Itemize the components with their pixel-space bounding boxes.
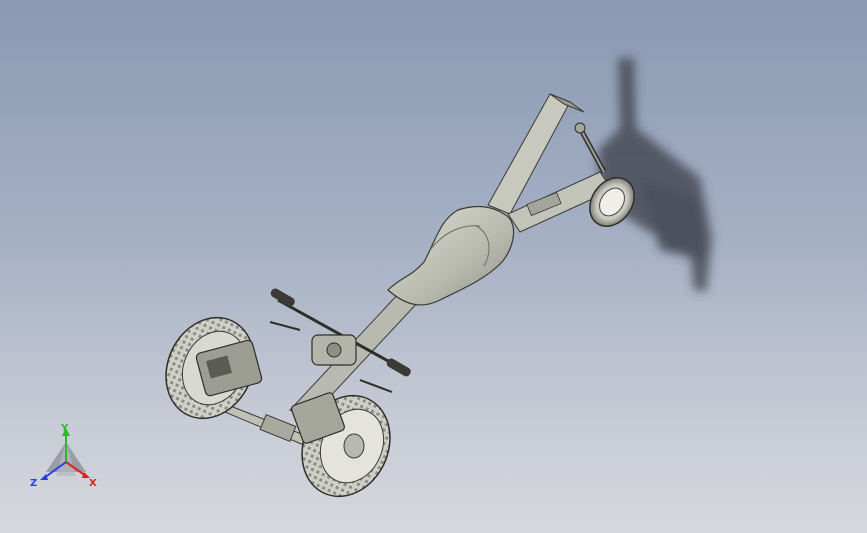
cad-viewport[interactable]: Y X Z bbox=[0, 0, 867, 533]
rear-shock bbox=[574, 122, 607, 174]
model-view[interactable] bbox=[0, 0, 867, 533]
front-left-wheel bbox=[165, 316, 263, 420]
y-axis-label: Y bbox=[60, 423, 69, 434]
axis-triad[interactable]: Y X Z bbox=[26, 420, 106, 490]
z-axis-label: Z bbox=[30, 478, 37, 489]
model-shadow bbox=[598, 58, 712, 292]
body-shell bbox=[387, 205, 515, 306]
x-axis-label: X bbox=[89, 478, 97, 489]
